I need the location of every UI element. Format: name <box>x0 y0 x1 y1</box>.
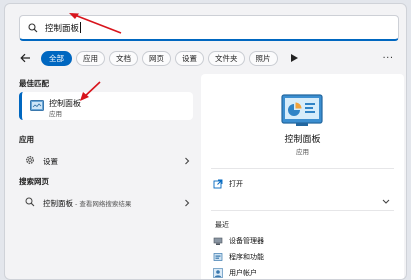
app-item-label: 设置 <box>43 156 58 166</box>
device-manager-icon <box>213 236 223 246</box>
open-action-label: 打开 <box>229 180 243 188</box>
programs-features-icon <box>213 252 223 262</box>
best-match-subtitle: 应用 <box>49 110 62 118</box>
web-result-item[interactable]: 控制面板 - 查看网络搜索结果 <box>25 196 191 210</box>
user-accounts-icon <box>213 268 223 278</box>
play-more-filters-icon[interactable] <box>288 52 300 64</box>
control-panel-icon <box>30 100 44 114</box>
back-arrow-icon[interactable] <box>17 50 33 66</box>
search-icon <box>25 197 35 209</box>
filter-tab-all[interactable]: 全部 <box>41 50 72 66</box>
annotation-arrow-best-match <box>80 81 101 101</box>
recent-item-label: 设备管理器 <box>229 237 264 245</box>
recent-item-label: 程序和功能 <box>229 253 264 261</box>
filter-bar: 全部 应用 文档 网页 设置 文件夹 照片 <box>17 50 282 66</box>
detail-type: 应用 <box>296 148 309 156</box>
recent-item-programs[interactable]: 程序和功能 <box>213 252 264 262</box>
app-item-settings[interactable]: 设置 <box>25 154 191 168</box>
best-match-item[interactable]: 控制面板 应用 <box>19 92 193 120</box>
divider <box>211 168 394 169</box>
filter-tab-folders[interactable]: 文件夹 <box>208 50 245 66</box>
start-search-panel: 控制面板 全部 应用 文档 网页 设置 文件夹 照片 ... 最佳匹配 控制面板… <box>4 3 407 280</box>
chevron-down-icon[interactable] <box>382 198 390 204</box>
best-match-heading: 最佳匹配 <box>19 79 49 88</box>
filter-tab-apps[interactable]: 应用 <box>76 50 105 66</box>
web-search-heading: 搜索网页 <box>19 177 49 186</box>
divider <box>211 210 394 211</box>
apps-heading: 应用 <box>19 135 34 144</box>
open-action[interactable]: 打开 <box>213 179 243 189</box>
more-options-button[interactable]: ... <box>379 49 397 63</box>
chevron-right-icon <box>183 156 191 166</box>
recent-item-label: 用户帐户 <box>229 269 257 277</box>
control-panel-large-icon <box>281 94 323 130</box>
recent-item-user-accounts[interactable]: 用户帐户 <box>213 268 257 278</box>
result-detail-pane: 控制面板 应用 打开 最近 设备管理器 程序和功能 用户帐户 <box>201 74 404 279</box>
open-external-icon <box>213 179 223 189</box>
web-result-hint: - 查看网络搜索结果 <box>75 200 132 208</box>
detail-title: 控制面板 <box>284 135 321 145</box>
annotation-arrow-search <box>69 13 122 34</box>
web-result-label: 控制面板 <box>43 198 73 208</box>
filter-tab-documents[interactable]: 文档 <box>109 50 138 66</box>
filter-tab-web[interactable]: 网页 <box>142 50 171 66</box>
recent-heading: 最近 <box>215 221 229 229</box>
chevron-right-icon <box>183 198 191 208</box>
filter-tab-photos[interactable]: 照片 <box>248 50 278 66</box>
search-icon <box>28 22 38 33</box>
gear-icon <box>25 155 35 167</box>
recent-item-device-manager[interactable]: 设备管理器 <box>213 236 264 246</box>
filter-tab-settings[interactable]: 设置 <box>175 50 204 66</box>
